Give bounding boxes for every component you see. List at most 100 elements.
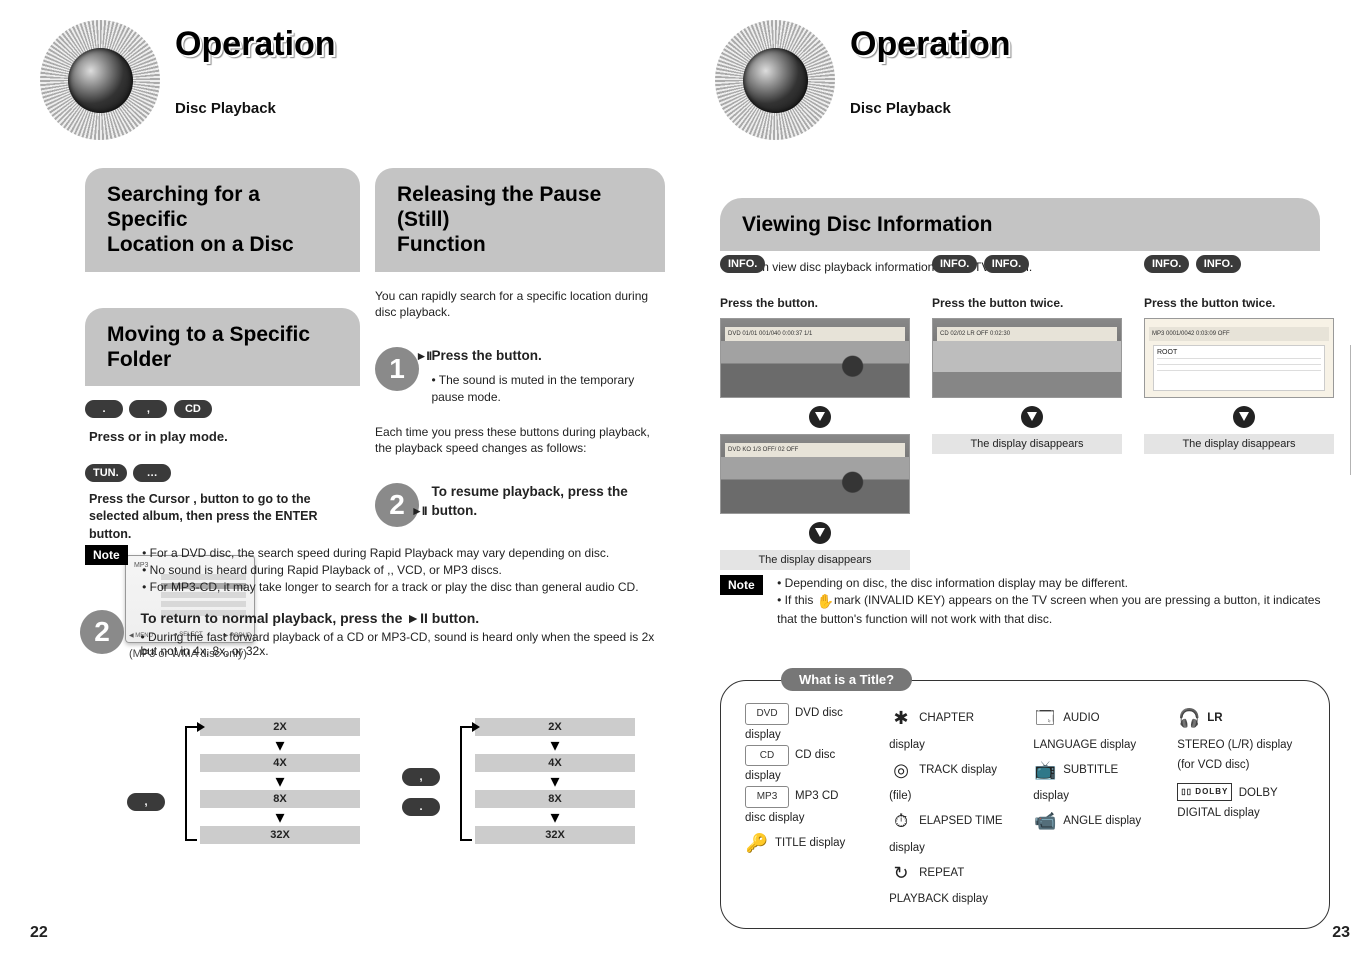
pill-info-2b[interactable]: INFO. <box>984 255 1029 273</box>
flow-a-3: 32X <box>200 826 360 844</box>
page-right: Operation Disc Playback Viewing Disc Inf… <box>695 0 1350 954</box>
tag-mp3: MP3 <box>745 786 789 808</box>
pause1-body: • The sound is muted in the temporary pa… <box>431 372 661 406</box>
pill-info-2a[interactable]: INFO. <box>932 255 977 273</box>
flow-a-pill[interactable]: , <box>127 793 165 811</box>
thumb-mp3: MP3 0001/0042 0:03:09 OFF ROOT <box>1144 318 1334 398</box>
right-lens-title: Operation <box>850 25 1011 64</box>
gloss-col-3: 🗔AUDIO LANGUAGE display 📺SUBTITLE displa… <box>1033 703 1149 910</box>
pill-info-1[interactable]: INFO. <box>720 255 765 273</box>
lens-graphic-left <box>30 20 180 150</box>
label-off-1: The display disappears <box>720 550 910 570</box>
buttons-fwd-bwd: . , CD <box>85 400 360 418</box>
pause1-text: Press the button. ►II • The sound is mut… <box>431 347 661 405</box>
buttons-tun-row: TUN. … <box>85 464 360 482</box>
header-view: Viewing Disc Information <box>720 198 1320 251</box>
headphone-icon: 🎧 <box>1177 703 1201 735</box>
btn-fwd[interactable]: . <box>85 400 123 418</box>
flow-col-b: , . 2X ▾ 4X ▾ 8X ▾ 32X <box>440 718 665 844</box>
flow-b-side2: . <box>402 798 442 816</box>
col3-cap: Press the button twice. <box>1144 295 1344 312</box>
btn-bwd[interactable]: , <box>129 400 167 418</box>
col2-cap: Press the button twice. <box>932 295 1132 312</box>
thumb-dvd-1: DVD 01/01 001/040 0:00:37 1/1 <box>720 318 910 398</box>
angle-icon: 📹 <box>1033 806 1057 838</box>
pill-info-3a[interactable]: INFO. <box>1144 255 1189 273</box>
subtitle-icon: 📺 <box>1033 755 1057 787</box>
flow-b-pill-top[interactable]: , <box>402 768 440 786</box>
mp3-root: ROOT <box>1157 349 1177 356</box>
pill-info-3b[interactable]: INFO. <box>1196 255 1241 273</box>
repeat-icon: ↻ <box>889 858 913 890</box>
glossary-tab: What is a Title? <box>781 668 912 691</box>
label-off-2: The display disappears <box>932 434 1122 454</box>
btn-up[interactable]: … <box>133 464 171 482</box>
flow-diagram: , 2X ▾ 4X ▾ 8X ▾ 32X , . 2X ▾ 4X ▾ 8X ▾ … <box>115 718 675 878</box>
flow-b-3: 32X <box>475 826 635 844</box>
g-ang: ANGLE display <box>1063 815 1141 827</box>
note-tag-right: Note <box>720 575 763 595</box>
scan-line1: Press or in play mode. <box>89 428 360 446</box>
down-arrow-icon-3 <box>1021 406 1043 428</box>
glossary-cols: DVDDVD disc display CDCD disc display MP… <box>745 703 1305 910</box>
page-num-right: 23 <box>1332 924 1350 942</box>
note-tag-left: Note <box>85 545 128 565</box>
glossary-box: What is a Title? DVDDVD disc display CDC… <box>720 680 1330 929</box>
step2-title: To return to normal playback, press the … <box>140 610 479 626</box>
flow-b-side1: , <box>402 768 442 786</box>
bar-dvd2: DVD KO 1/3 OFF/ 02 OFF <box>725 443 905 457</box>
flow-b-2: 8X <box>475 790 635 808</box>
gloss-col-2: ✱CHAPTER display ◎TRACK display (file) ⏱… <box>889 703 1005 910</box>
pause2-text: To resume playback, press the button. ►I… <box>431 483 661 521</box>
step2-num: 2 <box>80 610 124 654</box>
search-intro: You can rapidly search for a specific lo… <box>375 288 665 322</box>
dolby-icon: ▯▯ DOLBY <box>1177 783 1232 801</box>
left-col-b: Releasing the Pause (Still) Function You… <box>375 150 665 527</box>
btn-cd[interactable]: CD <box>174 400 212 418</box>
time-icon: ⏱ <box>889 806 913 838</box>
pause-step2: 2 To resume playback, press the button. … <box>375 483 665 527</box>
track-icon: ◎ <box>889 755 913 787</box>
playpause-icon-1: ►II <box>415 349 431 363</box>
flow-a-side: , <box>127 793 167 811</box>
lens-graphic-right <box>705 20 855 150</box>
gloss-col-1: DVDDVD disc display CDCD disc display MP… <box>745 703 861 910</box>
btn-tun[interactable]: TUN. <box>85 464 127 482</box>
scan-line2: Each time you press these buttons during… <box>375 424 665 458</box>
down-arrow-icon-1 <box>809 406 831 428</box>
flow-a-0: 2X <box>200 718 360 736</box>
playpause-icon-2: ►II <box>411 504 427 518</box>
page-num-left: 22 <box>30 924 48 942</box>
disp-col-dvd: INFO. Press the button. DVD 01/01 001/04… <box>720 255 920 570</box>
left-lens-title: Operation <box>175 25 336 64</box>
mp3-tree: ROOT <box>1153 345 1325 391</box>
bar-dvd1: DVD 01/01 001/040 0:00:37 1/1 <box>725 327 905 341</box>
thumb-cd: CD 02/02 LR OFF 0:02:30 <box>932 318 1122 398</box>
gloss-col-4: 🎧LR STEREO (L/R) display (for VCD disc) … <box>1177 703 1305 910</box>
tag-cd: CD <box>745 745 789 767</box>
down-arrow-icon-2 <box>809 522 831 544</box>
g-title: TITLE display <box>775 837 845 849</box>
note-left: Note • For a DVD disc, the search speed … <box>85 545 675 595</box>
disp-col-mp3: INFO. INFO. Press the button twice. MP3 … <box>1144 255 1344 570</box>
bar-cd: CD 02/02 LR OFF 0:02:30 <box>937 327 1117 341</box>
flow-a-1: 4X <box>200 754 360 772</box>
page-left: Operation Disc Playback Searching for a … <box>20 0 675 954</box>
note-body-right: • Depending on disc, the disc informatio… <box>777 575 1327 628</box>
flow-b-0: 2X <box>475 718 635 736</box>
display-row: INFO. Press the button. DVD 01/01 001/04… <box>720 255 1350 570</box>
step2-sub: • During the fast forward playback of a … <box>140 630 660 658</box>
audio-lang-icon: 🗔 <box>1033 703 1057 735</box>
header-search: Searching for a Specific Location on a D… <box>85 168 360 272</box>
bar-mp3: MP3 0001/0042 0:03:09 OFF <box>1149 327 1329 341</box>
header-folder: Moving to a Specific Folder <box>85 308 360 386</box>
header-pause: Releasing the Pause (Still) Function <box>375 168 665 272</box>
pause1-bold: Press the button. <box>431 348 541 363</box>
pause2-bold: To resume playback, press the button. <box>431 484 627 518</box>
flow-b-1: 4X <box>475 754 635 772</box>
label-off-3: The display disappears <box>1144 434 1334 454</box>
key-icon: 🔑 <box>745 828 769 860</box>
flow-b-pill-bot[interactable]: . <box>402 798 440 816</box>
down-arrow-icon-4 <box>1233 406 1255 428</box>
header-view-text: Viewing Disc Information <box>742 213 992 236</box>
